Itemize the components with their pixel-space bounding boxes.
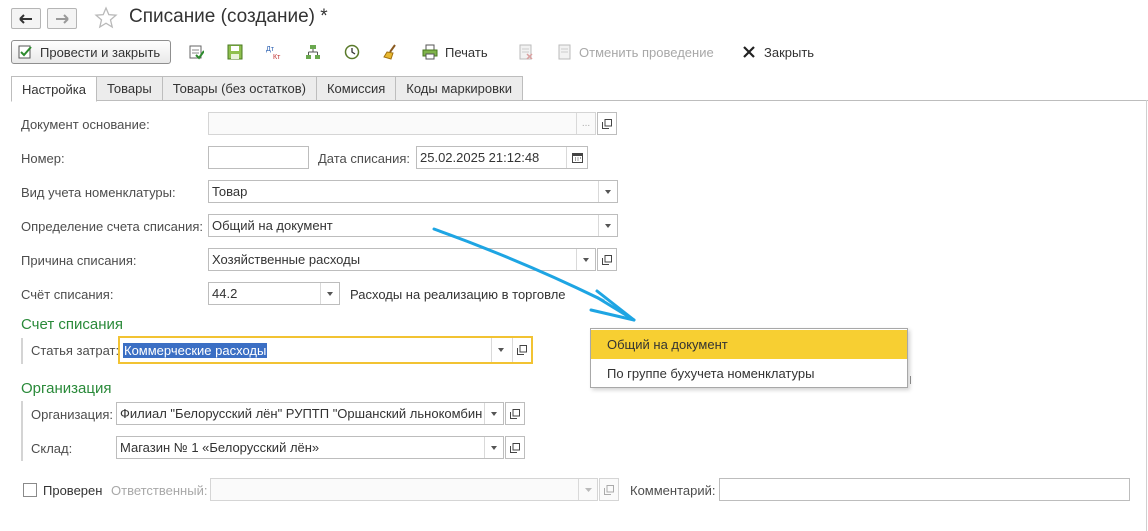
annotation-arrow-icon: [432, 227, 636, 322]
